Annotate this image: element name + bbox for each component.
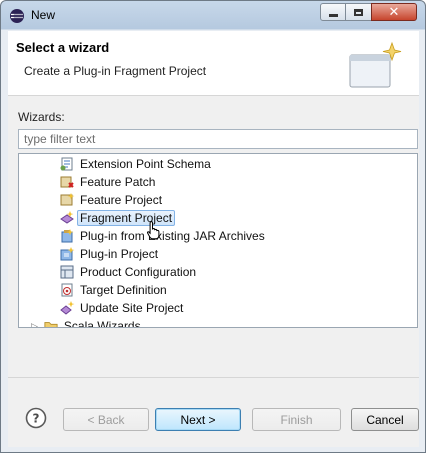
button-bar-separator (8, 377, 419, 378)
extension-point-schema-icon (60, 157, 73, 171)
fragment-project-icon (60, 211, 74, 224)
next-button[interactable]: Next > (155, 408, 241, 431)
plugin-jar-icon (61, 229, 74, 243)
tree-item-label: Product Configuration (80, 265, 197, 279)
svg-text:?: ? (33, 412, 40, 426)
page-description: Create a Plug-in Fragment Project (24, 64, 207, 78)
feature-patch-icon (60, 176, 74, 188)
product-configuration-icon (60, 265, 74, 279)
update-site-project-icon (60, 301, 75, 315)
page-title: Select a wizard (16, 40, 110, 55)
minimize-icon (328, 14, 338, 17)
tree-item-label: Plug-in Project (80, 247, 159, 261)
window-title: New (31, 8, 56, 22)
back-button[interactable]: < Back (63, 408, 149, 431)
expand-arrow-icon[interactable]: ▷ (31, 321, 38, 328)
tree-item-target-definition[interactable]: Target Definition (59, 281, 167, 299)
tree-item-feature-project[interactable]: Feature Project (59, 191, 162, 209)
tree-folder-label: Scala Wizards (63, 319, 141, 328)
finish-button[interactable]: Finish (252, 408, 341, 431)
tree-item-label: Update Site Project (80, 301, 184, 315)
eclipse-icon (10, 9, 24, 23)
tree-item-plugin-project[interactable]: Plug-in Project (59, 245, 158, 263)
close-icon: ✕ (388, 4, 400, 20)
tree-item-product-configuration[interactable]: Product Configuration (59, 263, 196, 281)
feature-project-icon (60, 193, 75, 206)
dialog-content: Select a wizard Create a Plug-in Fragmen… (8, 31, 419, 447)
tree-item-feature-patch[interactable]: Feature Patch (59, 173, 155, 191)
target-definition-icon (61, 283, 73, 297)
plugin-project-icon (60, 247, 75, 261)
tree-item-label: Feature Patch (80, 175, 156, 189)
maximize-button[interactable] (345, 3, 372, 21)
tree-item-label: Plug-in from Existing JAR Archives (80, 229, 265, 243)
wizards-label: Wizards: (18, 110, 65, 124)
tree-item-label: Target Definition (80, 283, 167, 297)
help-icon[interactable]: ? (25, 407, 47, 429)
filter-input[interactable] (18, 129, 418, 149)
tree-folder-scala-wizards[interactable]: ▷ Scala Wizards (31, 319, 141, 328)
close-button[interactable]: ✕ (371, 3, 417, 21)
minimize-button[interactable] (320, 3, 346, 21)
title-bar[interactable]: New ✕ (1, 1, 425, 31)
wizard-header: Select a wizard Create a Plug-in Fragmen… (8, 31, 419, 96)
maximize-icon (354, 8, 363, 16)
hand-cursor-icon (146, 221, 160, 240)
new-wizard-banner-icon (349, 41, 402, 88)
new-wizard-dialog: New ✕ Select a wizard Create a Plug-in F… (0, 0, 426, 453)
tree-item-label: Feature Project (80, 193, 163, 207)
wizard-tree[interactable]: Extension Point Schema Feature Patch Fea… (18, 153, 418, 328)
folder-icon (44, 322, 58, 327)
tree-item-extension-point-schema[interactable]: Extension Point Schema (59, 155, 211, 173)
tree-item-update-site-project[interactable]: Update Site Project (59, 299, 183, 317)
cancel-button[interactable]: Cancel (351, 408, 419, 431)
tree-item-label: Extension Point Schema (80, 157, 211, 171)
